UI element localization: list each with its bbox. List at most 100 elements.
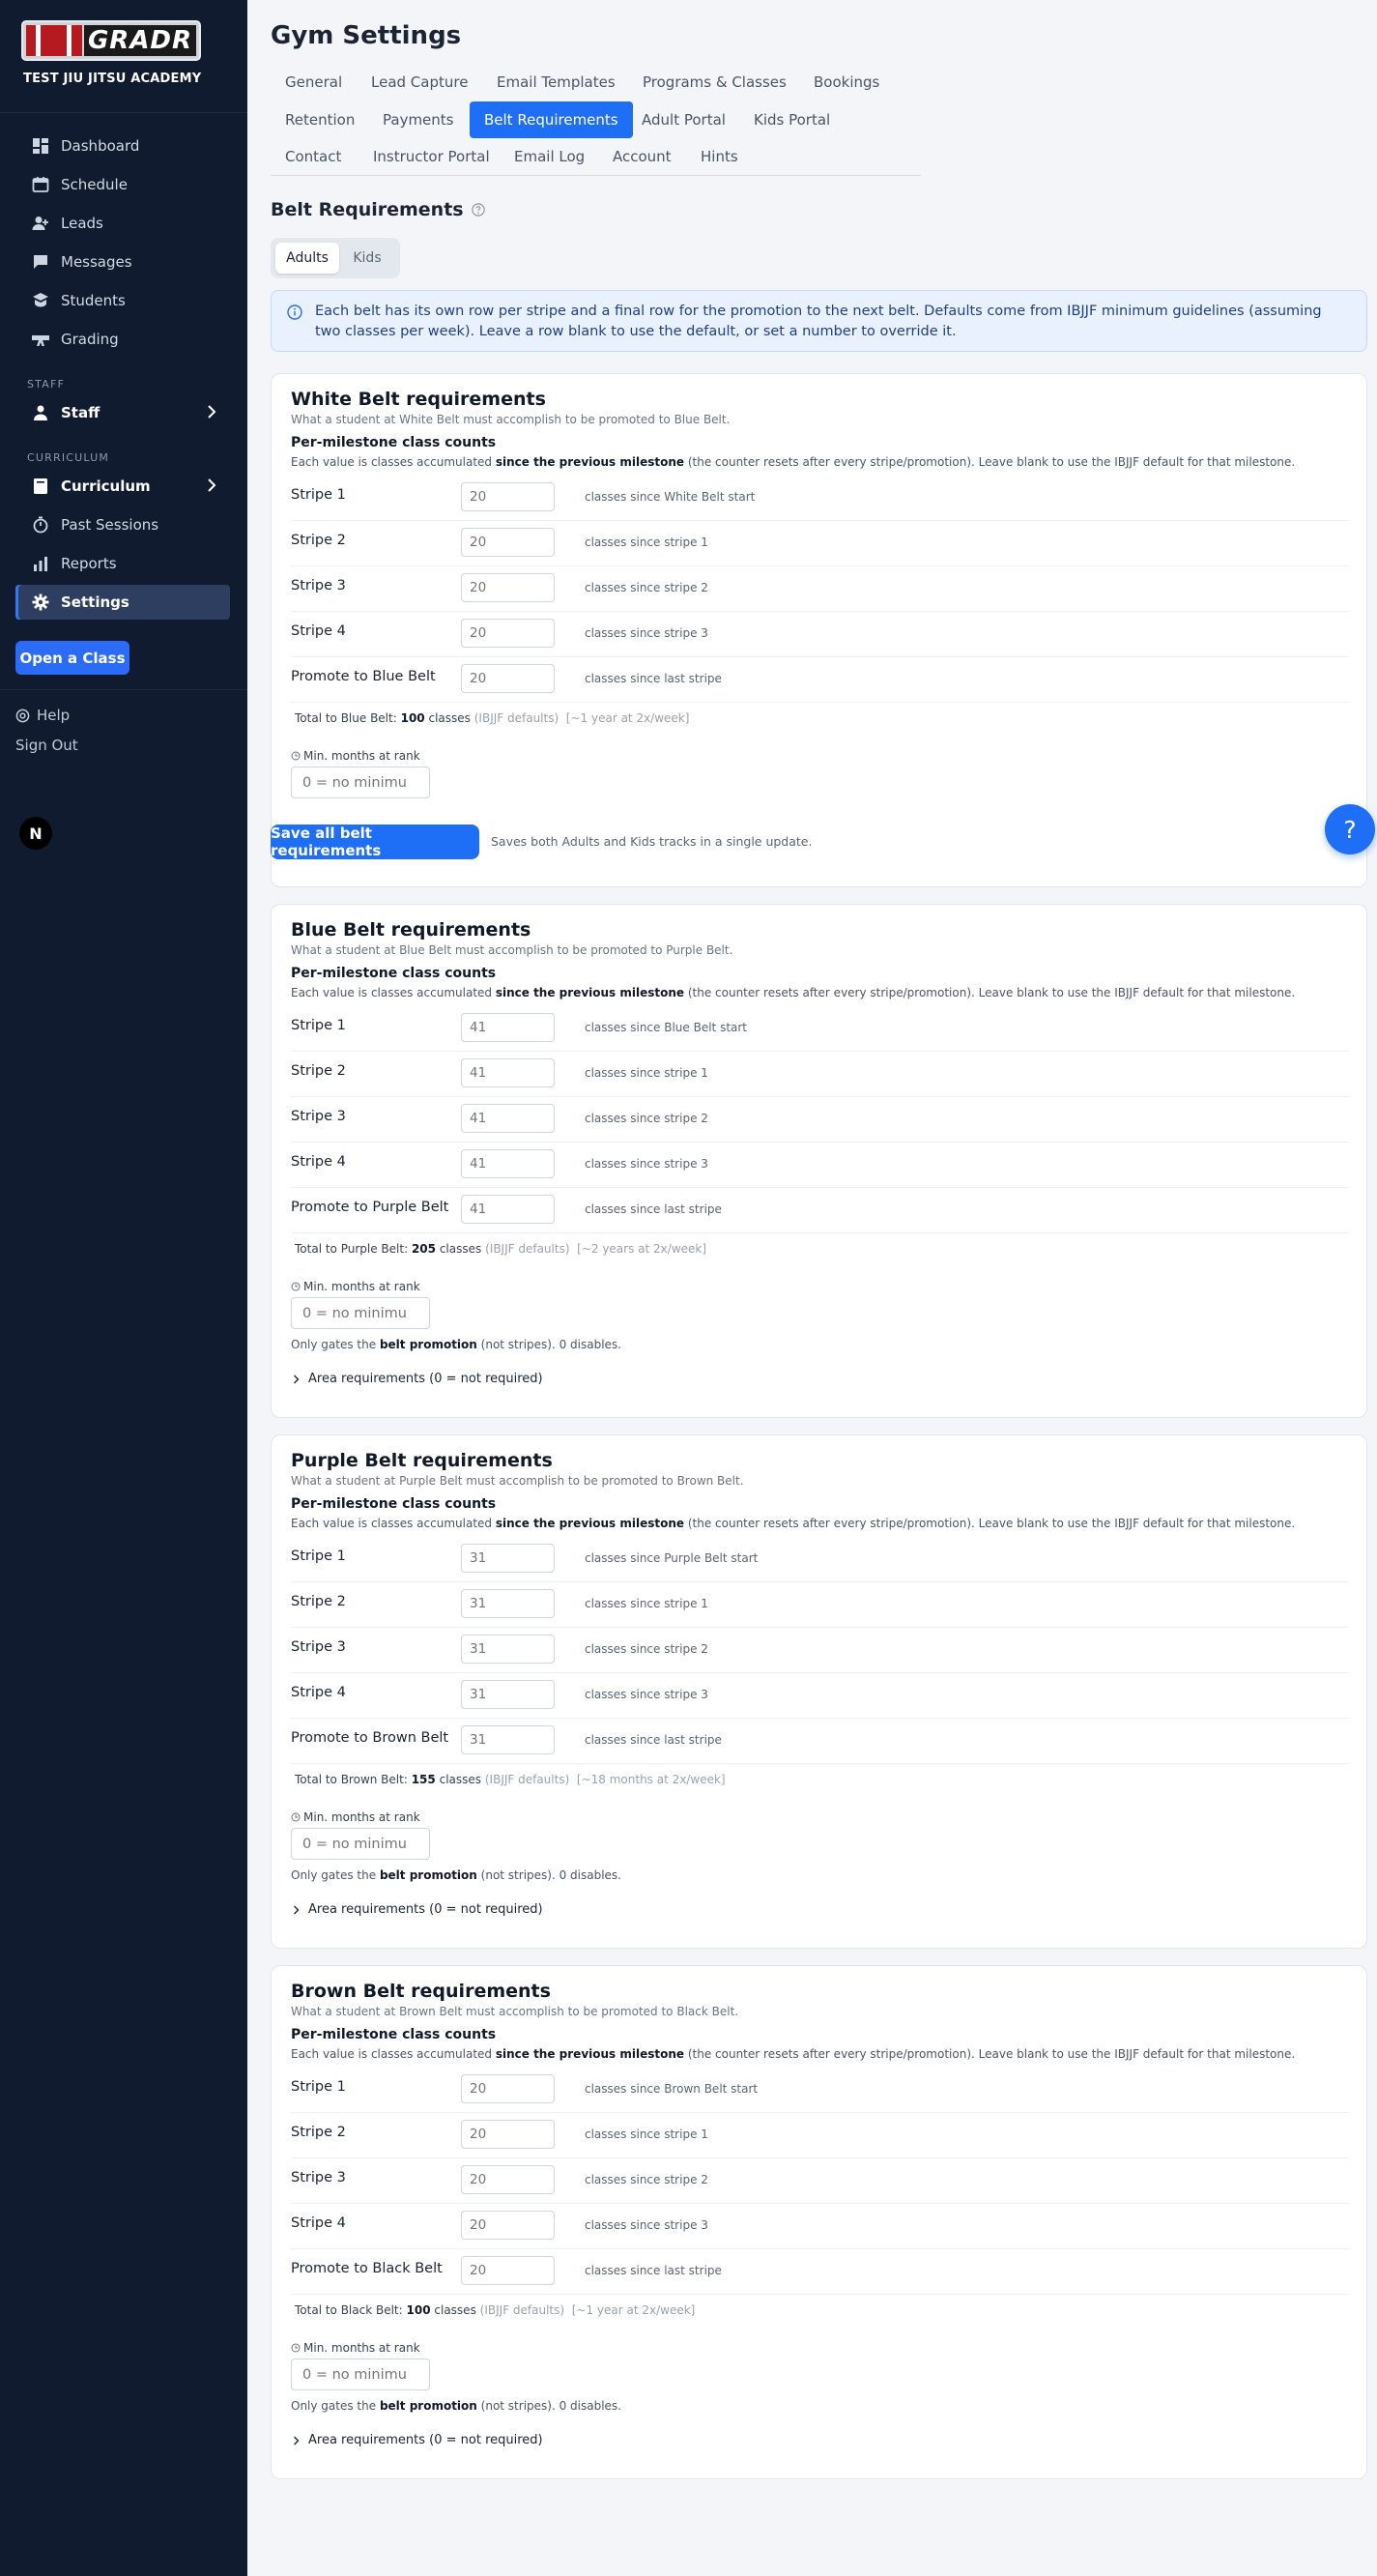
sidebar-item-students[interactable]: Students <box>15 283 230 318</box>
milestone-class-count-input[interactable] <box>461 619 555 648</box>
tab-retention[interactable]: Retention <box>271 101 369 138</box>
chevron-right-icon <box>207 478 216 497</box>
segment-adults[interactable]: Adults <box>275 243 339 274</box>
total-summary: Total to Purple Belt: 205 classes (IBJJF… <box>295 1242 706 1256</box>
milestone-hint: classes since last stripe <box>585 672 722 685</box>
tab-email-templates[interactable]: Email Templates <box>482 64 630 101</box>
clock-icon <box>291 1812 301 1822</box>
milestone-class-count-input[interactable] <box>461 528 555 557</box>
min-months-label-text: Min. months at rank <box>303 2341 420 2355</box>
sidebar-item-schedule[interactable]: Schedule <box>15 167 230 202</box>
area-requirements-toggle[interactable]: Area requirements (0 = not required) <box>293 2433 543 2447</box>
dashboard-icon <box>31 136 50 156</box>
stripe-row: Stripe 2 classes since stripe 1 <box>291 521 1349 566</box>
sign-out-link[interactable]: Sign Out <box>15 737 78 754</box>
min-months-input[interactable] <box>291 1828 430 1860</box>
milestone-class-count-input[interactable] <box>461 1149 555 1178</box>
milestone-class-count-input[interactable] <box>461 2120 555 2149</box>
sidebar-item-dashboard[interactable]: Dashboard <box>15 129 230 163</box>
info-icon <box>287 304 302 320</box>
total-summary: Total to Brown Belt: 155 classes (IBJJF … <box>295 1773 726 1786</box>
sidebar-item-curriculum[interactable]: Curriculum <box>15 469 230 504</box>
milestone-hint: classes since Blue Belt start <box>585 1021 748 1034</box>
sidebar-item-reports[interactable]: Reports <box>15 546 230 581</box>
stripe-row: Stripe 4 classes since stripe 3 <box>291 2204 1349 2249</box>
help-circle-icon[interactable] <box>471 203 485 217</box>
gate-note-text: Only gates the <box>291 2399 380 2413</box>
tab-bookings[interactable]: Bookings <box>799 64 894 101</box>
milestone-class-count-input[interactable] <box>461 1058 555 1087</box>
tab-instructor-portal[interactable]: Instructor Portal <box>359 138 504 175</box>
area-requirements-toggle[interactable]: Area requirements (0 = not required) <box>293 1902 543 1917</box>
milestone-class-count-input[interactable] <box>461 1680 555 1709</box>
milestone-label: Stripe 4 <box>291 1154 346 1170</box>
promotion-gate-note: Only gates the belt promotion (not strip… <box>291 1868 621 1882</box>
milestone-hint: classes since stripe 2 <box>585 581 708 594</box>
milestone-class-count-input[interactable] <box>461 2256 555 2285</box>
promotion-row: Promote to Purple Belt classes since last… <box>291 1188 1349 1233</box>
tab-email-log[interactable]: Email Log <box>500 138 599 175</box>
area-requirements-toggle[interactable]: Area requirements (0 = not required) <box>293 1372 543 1386</box>
milestone-description-text: Each value is classes accumulated <box>291 2047 496 2061</box>
stripe-row: Stripe 1 classes since Purple Belt start <box>291 1537 1349 1582</box>
milestone-class-count-input[interactable] <box>461 1013 555 1042</box>
gradr-logo[interactable]: GRADR <box>21 20 201 61</box>
tab-account[interactable]: Account <box>598 138 686 175</box>
tab-programs-classes[interactable]: Programs & Classes <box>628 64 801 101</box>
min-months-input[interactable] <box>291 767 430 798</box>
milestone-label: Stripe 3 <box>291 1109 346 1124</box>
gate-note-text: (not stripes). 0 disables. <box>476 1868 621 1882</box>
help-link[interactable]: Help <box>15 707 70 724</box>
belt-icon <box>31 330 50 349</box>
total-unit: classes <box>434 2303 476 2317</box>
sidebar-item-settings[interactable]: Settings <box>15 585 230 620</box>
tab-belt-requirements[interactable]: Belt Requirements <box>470 101 633 138</box>
milestone-hint: classes since stripe 2 <box>585 1642 708 1656</box>
min-months-input[interactable] <box>291 2359 430 2390</box>
segment-kids[interactable]: Kids <box>340 243 394 274</box>
milestone-class-count-input[interactable] <box>461 1104 555 1133</box>
min-months-label: Min. months at rank <box>291 1280 420 1293</box>
save-all-button[interactable]: Save all belt requirements <box>271 825 479 859</box>
help-fab-button[interactable]: ? <box>1325 804 1375 854</box>
milestone-class-count-input[interactable] <box>461 573 555 602</box>
gate-note-text: Only gates the <box>291 1338 380 1351</box>
milestone-class-count-input[interactable] <box>461 1589 555 1618</box>
tab-contact[interactable]: Contact <box>271 138 356 175</box>
stripe-row: Stripe 4 classes since stripe 3 <box>291 1143 1349 1188</box>
milestone-class-count-input[interactable] <box>461 2165 555 2194</box>
milestone-hint: classes since last stripe <box>585 1202 722 1216</box>
tab-lead-capture[interactable]: Lead Capture <box>357 64 482 101</box>
min-months-input[interactable] <box>291 1297 430 1329</box>
sidebar-item-past-sessions[interactable]: Past Sessions <box>15 507 230 542</box>
milestone-class-count-input[interactable] <box>461 2211 555 2240</box>
sidebar-item-staff[interactable]: Staff <box>15 395 230 430</box>
milestone-label: Promote to Purple Belt <box>291 1200 449 1215</box>
open-class-button[interactable]: Open a Class <box>15 641 129 675</box>
stripe-row: Stripe 3 classes since stripe 2 <box>291 1097 1349 1143</box>
staff-section-label: STAFF <box>27 378 66 391</box>
chevron-right-icon <box>294 1375 300 1383</box>
sidebar-item-grading[interactable]: Grading <box>15 322 230 357</box>
tab-general[interactable]: General <box>271 64 357 101</box>
sidebar-item-leads[interactable]: Leads <box>15 206 230 241</box>
sidebar-item-messages[interactable]: Messages <box>15 245 230 279</box>
milestone-description: Each value is classes accumulated since … <box>291 455 1295 469</box>
milestone-class-count-input[interactable] <box>461 664 555 693</box>
milestone-class-count-input[interactable] <box>461 482 555 511</box>
tab-kids-portal[interactable]: Kids Portal <box>739 101 845 138</box>
milestone-class-count-input[interactable] <box>461 1635 555 1664</box>
gate-note-text: Only gates the <box>291 1868 380 1882</box>
milestone-label: Stripe 4 <box>291 1685 346 1700</box>
milestone-class-count-input[interactable] <box>461 1195 555 1224</box>
tab-adult-portal[interactable]: Adult Portal <box>627 101 740 138</box>
tab-hints[interactable]: Hints <box>686 138 753 175</box>
sidebar-item-label: Students <box>61 292 126 309</box>
milestone-class-count-input[interactable] <box>461 1725 555 1754</box>
milestone-class-count-input[interactable] <box>461 1544 555 1573</box>
tab-payments[interactable]: Payments <box>368 101 468 138</box>
milestone-heading: Per-milestone class counts <box>291 966 497 981</box>
milestone-class-count-input[interactable] <box>461 2074 555 2103</box>
belt-card-subtitle: What a student at Purple Belt must accom… <box>291 1474 744 1488</box>
chevron-right-icon <box>207 404 216 423</box>
